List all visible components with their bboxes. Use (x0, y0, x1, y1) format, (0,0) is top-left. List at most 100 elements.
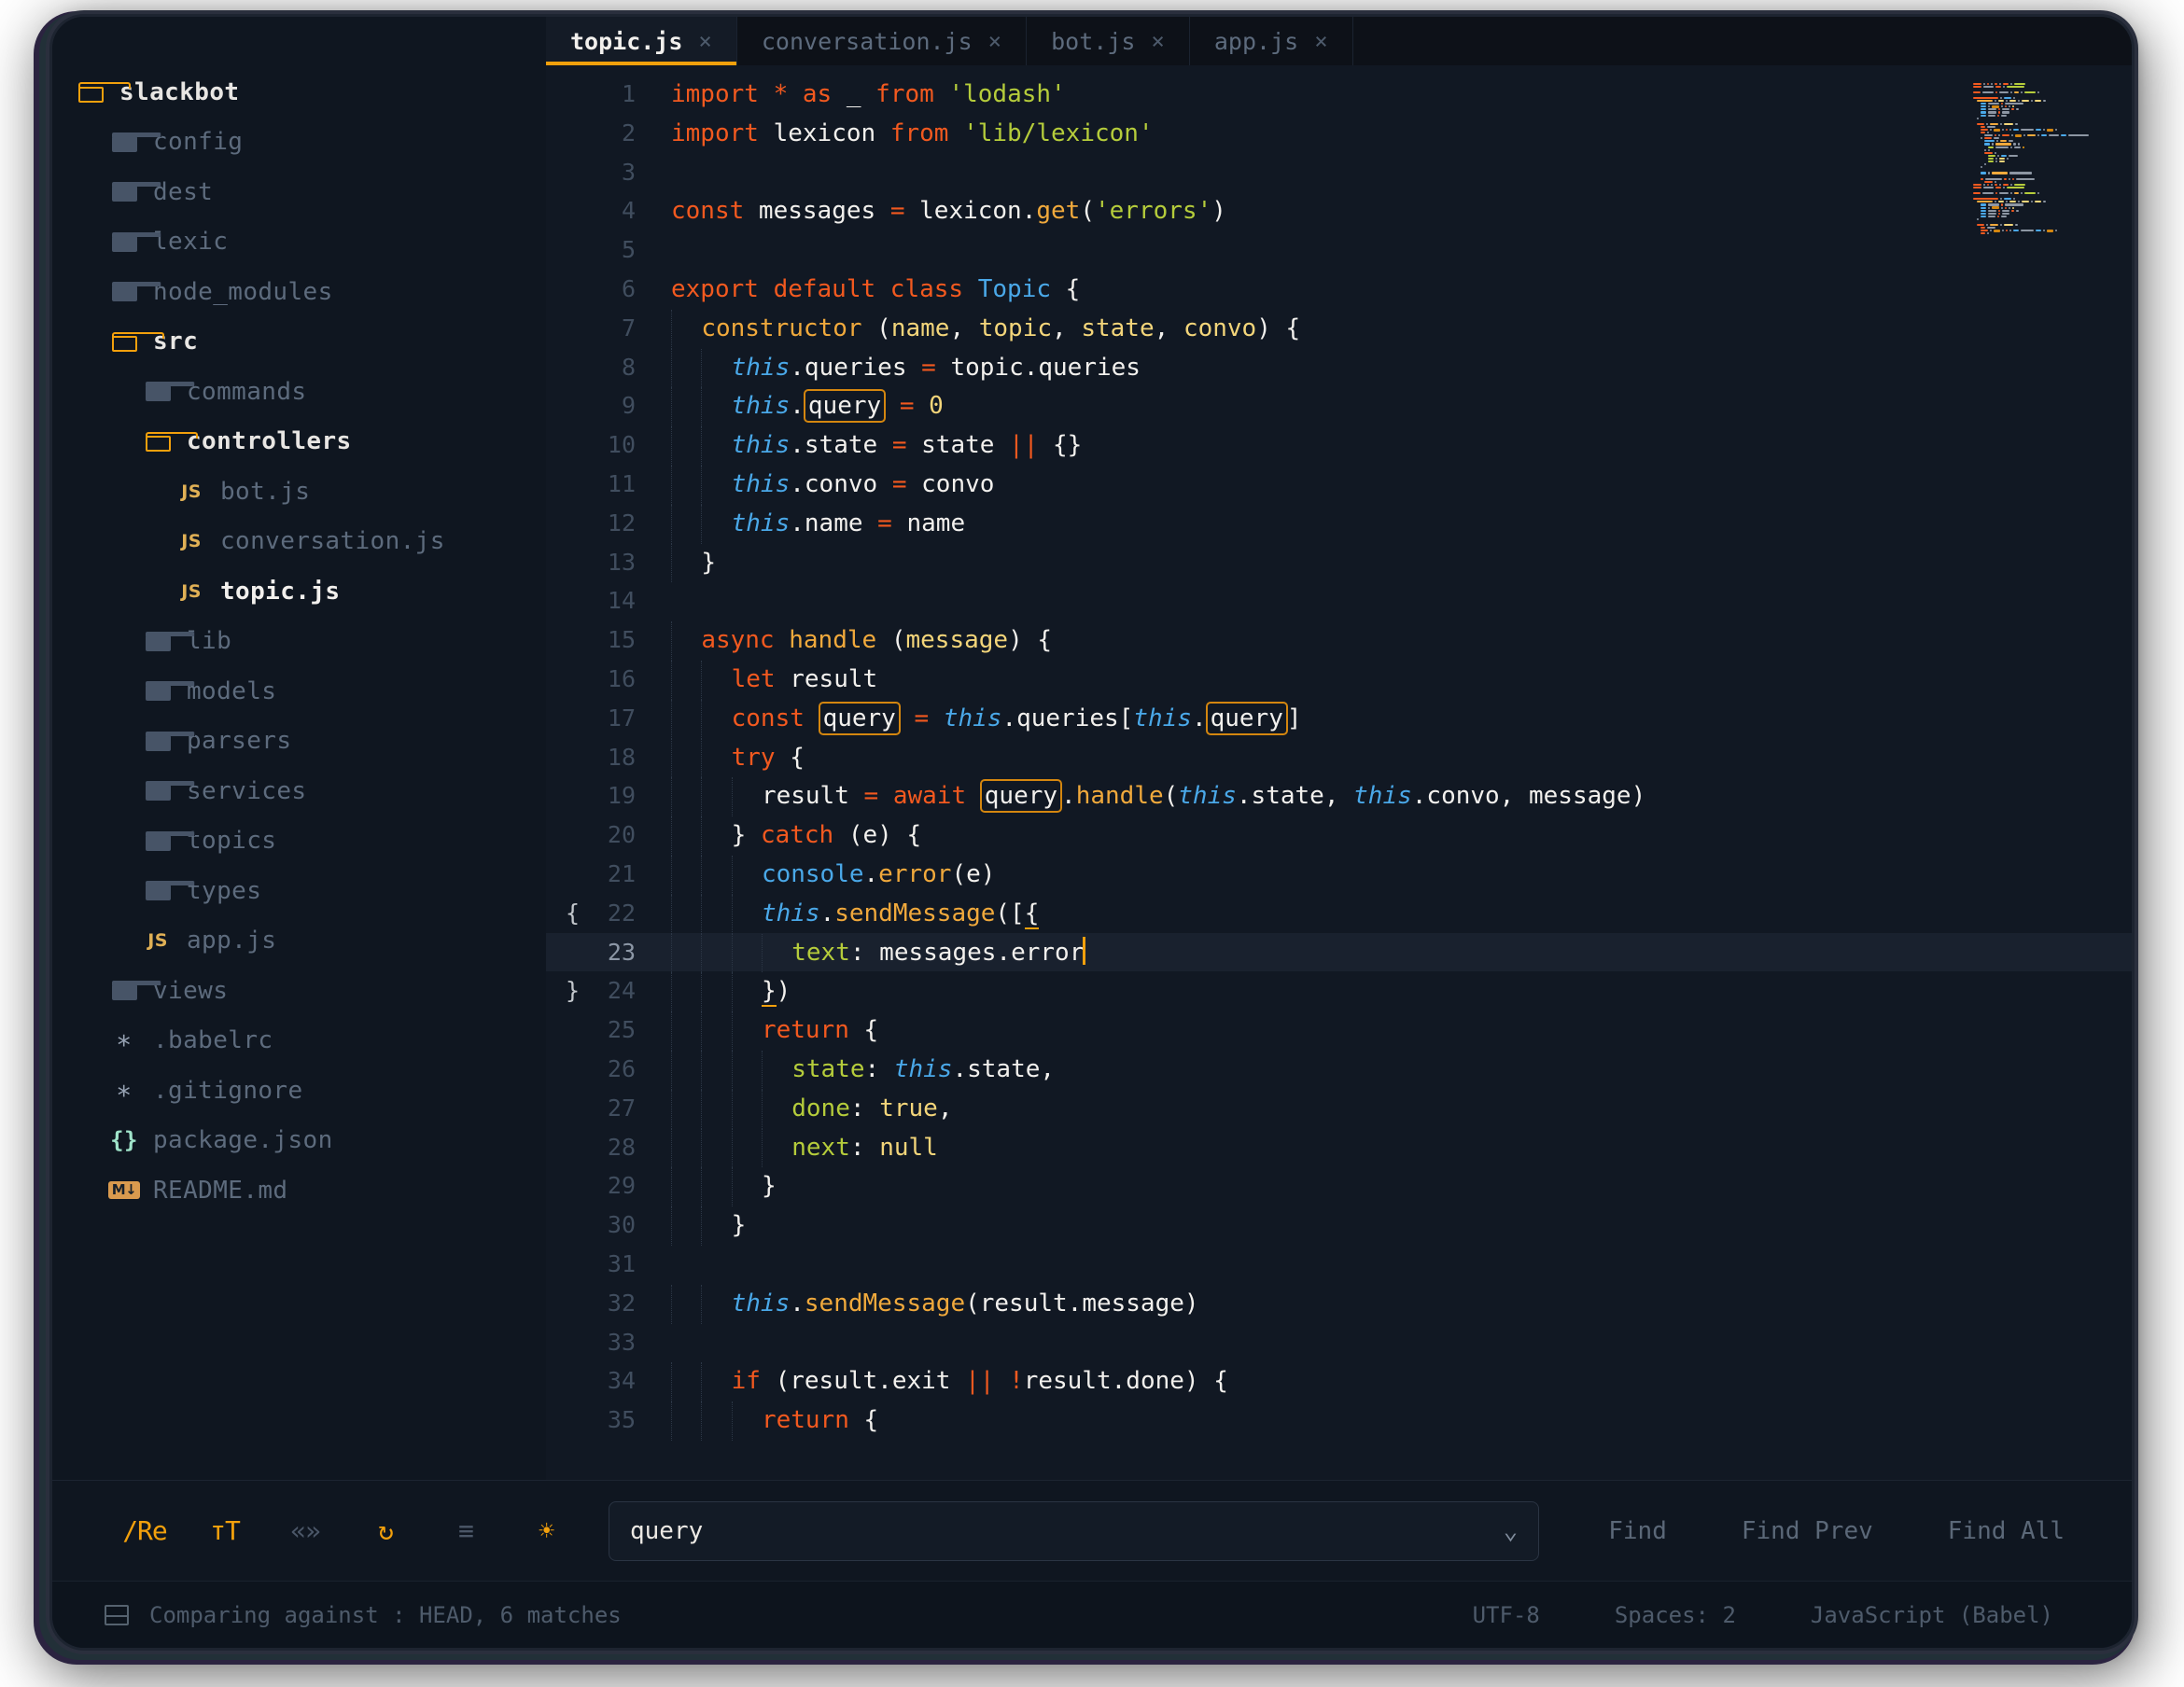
status-utf-8[interactable]: UTF-8 (1435, 1602, 1577, 1628)
close-icon[interactable]: × (1314, 28, 1327, 54)
code-line[interactable]: 11 this.convo = convo (546, 465, 2132, 505)
search-input[interactable]: query ⌄ (609, 1500, 1540, 1561)
tree-item-bot-js[interactable]: JS bot.js (52, 467, 546, 517)
chevron-down-icon[interactable]: ⌄ (1504, 1517, 1519, 1545)
tree-item-node-modules[interactable]: node_modules (52, 267, 546, 317)
indent-guide (701, 1362, 731, 1402)
find-prev-button[interactable]: Find Prev (1704, 1517, 1911, 1545)
tree-item-package-json[interactable]: {} package.json (52, 1116, 546, 1166)
file-tree-sidebar[interactable]: slackbot config dest lexic node_modules src co… (52, 17, 546, 1480)
indent-guide (671, 933, 701, 973)
tree-item-commands[interactable]: commands (52, 367, 546, 417)
tree-item-config[interactable]: config (52, 118, 546, 168)
tab-bot-js[interactable]: bot.js × (1027, 17, 1190, 65)
code-line[interactable]: 13 } (546, 543, 2132, 583)
code-line[interactable]: 9 this. query = 0 (546, 386, 2132, 427)
code-line[interactable]: 15 async handle (message) { (546, 620, 2132, 661)
tree-item-lib[interactable]: lib (52, 617, 546, 667)
find-all-button[interactable]: Find All (1911, 1517, 2102, 1545)
code-line[interactable]: 28 next: null (546, 1128, 2132, 1168)
tree-item--babelrc[interactable]: ∗ .babelrc (52, 1016, 546, 1067)
minimap-token (2020, 91, 2023, 93)
code-line[interactable]: 29 } (546, 1166, 2132, 1207)
tab-app-js[interactable]: app.js × (1189, 17, 1353, 65)
tree-item-src[interactable]: src (52, 317, 546, 368)
code-line[interactable]: 1 import * as _ from 'lodash' (546, 75, 2132, 114)
minimap-token (2000, 206, 2003, 209)
status-javascript-babel-[interactable]: JavaScript (Babel) (1773, 1602, 2091, 1628)
code-line[interactable]: 14 (546, 581, 2132, 620)
tree-item-dest[interactable]: dest (52, 167, 546, 217)
code-line[interactable]: 34 if (result.exit || !result.done) { (546, 1361, 2132, 1402)
code-line[interactable]: 18 try { (546, 738, 2132, 778)
tree-item-services[interactable]: services (52, 766, 546, 816)
status-spaces-2[interactable]: Spaces: 2 (1577, 1602, 1773, 1628)
tree-item-lexic[interactable]: lexic (52, 217, 546, 268)
tab-topic-js[interactable]: topic.js × (546, 17, 737, 65)
code-line[interactable]: 35 return { (546, 1401, 2132, 1441)
line-number: 1 (621, 80, 636, 107)
tree-item-conversation-js[interactable]: JS conversation.js (52, 517, 546, 567)
tree-item--gitignore[interactable]: ∗ .gitignore (52, 1066, 546, 1116)
minimap[interactable] (1973, 82, 2113, 235)
highlight-results-toggle-icon[interactable]: ☀ (506, 1515, 586, 1546)
in-selection-toggle-icon[interactable]: ≡ (426, 1515, 506, 1546)
code-line[interactable]: 5 (546, 230, 2132, 270)
code-line[interactable]: 27 done: true, (546, 1089, 2132, 1129)
line-number: 33 (607, 1328, 636, 1356)
find-option-toggles[interactable]: /Re тT «» ↻ ≡ ☀ (105, 1515, 586, 1546)
fold-open-icon[interactable]: { (546, 894, 580, 933)
find-buttons[interactable]: Find Find Prev Find All (1571, 1517, 2102, 1545)
code-line[interactable]: 25 return { (546, 1011, 2132, 1051)
code-line[interactable]: {22 this.sendMessage([{ (546, 894, 2132, 934)
code-line[interactable]: } 24 }) (546, 971, 2132, 1012)
status-right-items[interactable]: UTF-8 Spaces: 2 JavaScript (Babel) (1435, 1602, 2091, 1628)
code-line[interactable]: 6 export default class Topic { (546, 270, 2132, 309)
close-icon[interactable]: × (698, 28, 711, 54)
case-sensitive-toggle-icon[interactable]: тT (185, 1515, 265, 1546)
regex-toggle-icon[interactable]: /Re (105, 1515, 185, 1546)
code-line[interactable]: 31 (546, 1245, 2132, 1284)
code-line[interactable]: 21 console.error(e) (546, 855, 2132, 895)
code-line[interactable]: 17 const query = this.queries[this. query… (546, 699, 2132, 739)
tree-item-models[interactable]: models (52, 666, 546, 717)
code-line[interactable]: 2 import lexicon from 'lib/lexicon' (546, 114, 2132, 153)
code-line[interactable]: 30 } (546, 1206, 2132, 1246)
tree-item-slackbot[interactable]: slackbot (52, 67, 546, 118)
wrap-search-toggle-icon[interactable]: ↻ (345, 1515, 426, 1546)
code-line[interactable]: 26 state: this.state, (546, 1050, 2132, 1090)
code-line[interactable]: 23 text: messages.error (546, 932, 2132, 973)
tab-conversation-js[interactable]: conversation.js × (736, 17, 1028, 65)
code-lines[interactable]: 1 import * as _ from 'lodash' 2 import lexi… (546, 65, 2132, 1441)
code-line[interactable]: 20 } catch (e) { (546, 816, 2132, 856)
find-bar[interactable]: /Re тT «» ↻ ≡ ☀ query ⌄ Find Find Prev Find All (52, 1480, 2132, 1581)
find-button[interactable]: Find (1571, 1517, 1704, 1545)
tree-item-views[interactable]: views (52, 966, 546, 1016)
tree-item-types[interactable]: types (52, 866, 546, 916)
code-line[interactable]: 16 let result (546, 660, 2132, 700)
indent-guide (701, 1011, 731, 1051)
code-viewport[interactable]: 1 import * as _ from 'lodash' 2 import lexi… (546, 65, 2132, 1480)
code-line[interactable]: 7 constructor (name, topic, state, convo… (546, 309, 2132, 349)
tree-item-parsers[interactable]: parsers (52, 717, 546, 767)
close-icon[interactable]: × (988, 28, 1001, 54)
tree-item-controllers[interactable]: controllers (52, 417, 546, 467)
tab-bar[interactable]: topic.js × conversation.js × bot.js × app.js × (546, 17, 2132, 65)
tree-item-readme-md[interactable]: M↓ README.md (52, 1165, 546, 1216)
whole-word-toggle-icon[interactable]: «» (265, 1515, 345, 1546)
code-line[interactable]: 3 (546, 153, 2132, 192)
tree-item-topics[interactable]: topics (52, 816, 546, 867)
close-icon[interactable]: × (1151, 28, 1164, 54)
fold-close-icon[interactable]: } (546, 971, 580, 1011)
code-line[interactable]: 32 this.sendMessage(result.message) (546, 1284, 2132, 1324)
git-compare-icon (105, 1604, 129, 1625)
tree-item-app-js[interactable]: JS app.js (52, 916, 546, 967)
code-line[interactable]: 33 (546, 1323, 2132, 1362)
code-line[interactable]: 10 this.state = state || {} (546, 425, 2132, 466)
code-line[interactable]: 12 this.name = name (546, 504, 2132, 544)
indent-guide (671, 1362, 701, 1402)
code-line[interactable]: 8 this.queries = topic.queries (546, 348, 2132, 388)
code-line[interactable]: 19 result = await query .handle(this.stat… (546, 776, 2132, 817)
tree-item-topic-js[interactable]: JS topic.js (52, 566, 546, 617)
code-line[interactable]: 4 const messages = lexicon.get('errors') (546, 191, 2132, 230)
